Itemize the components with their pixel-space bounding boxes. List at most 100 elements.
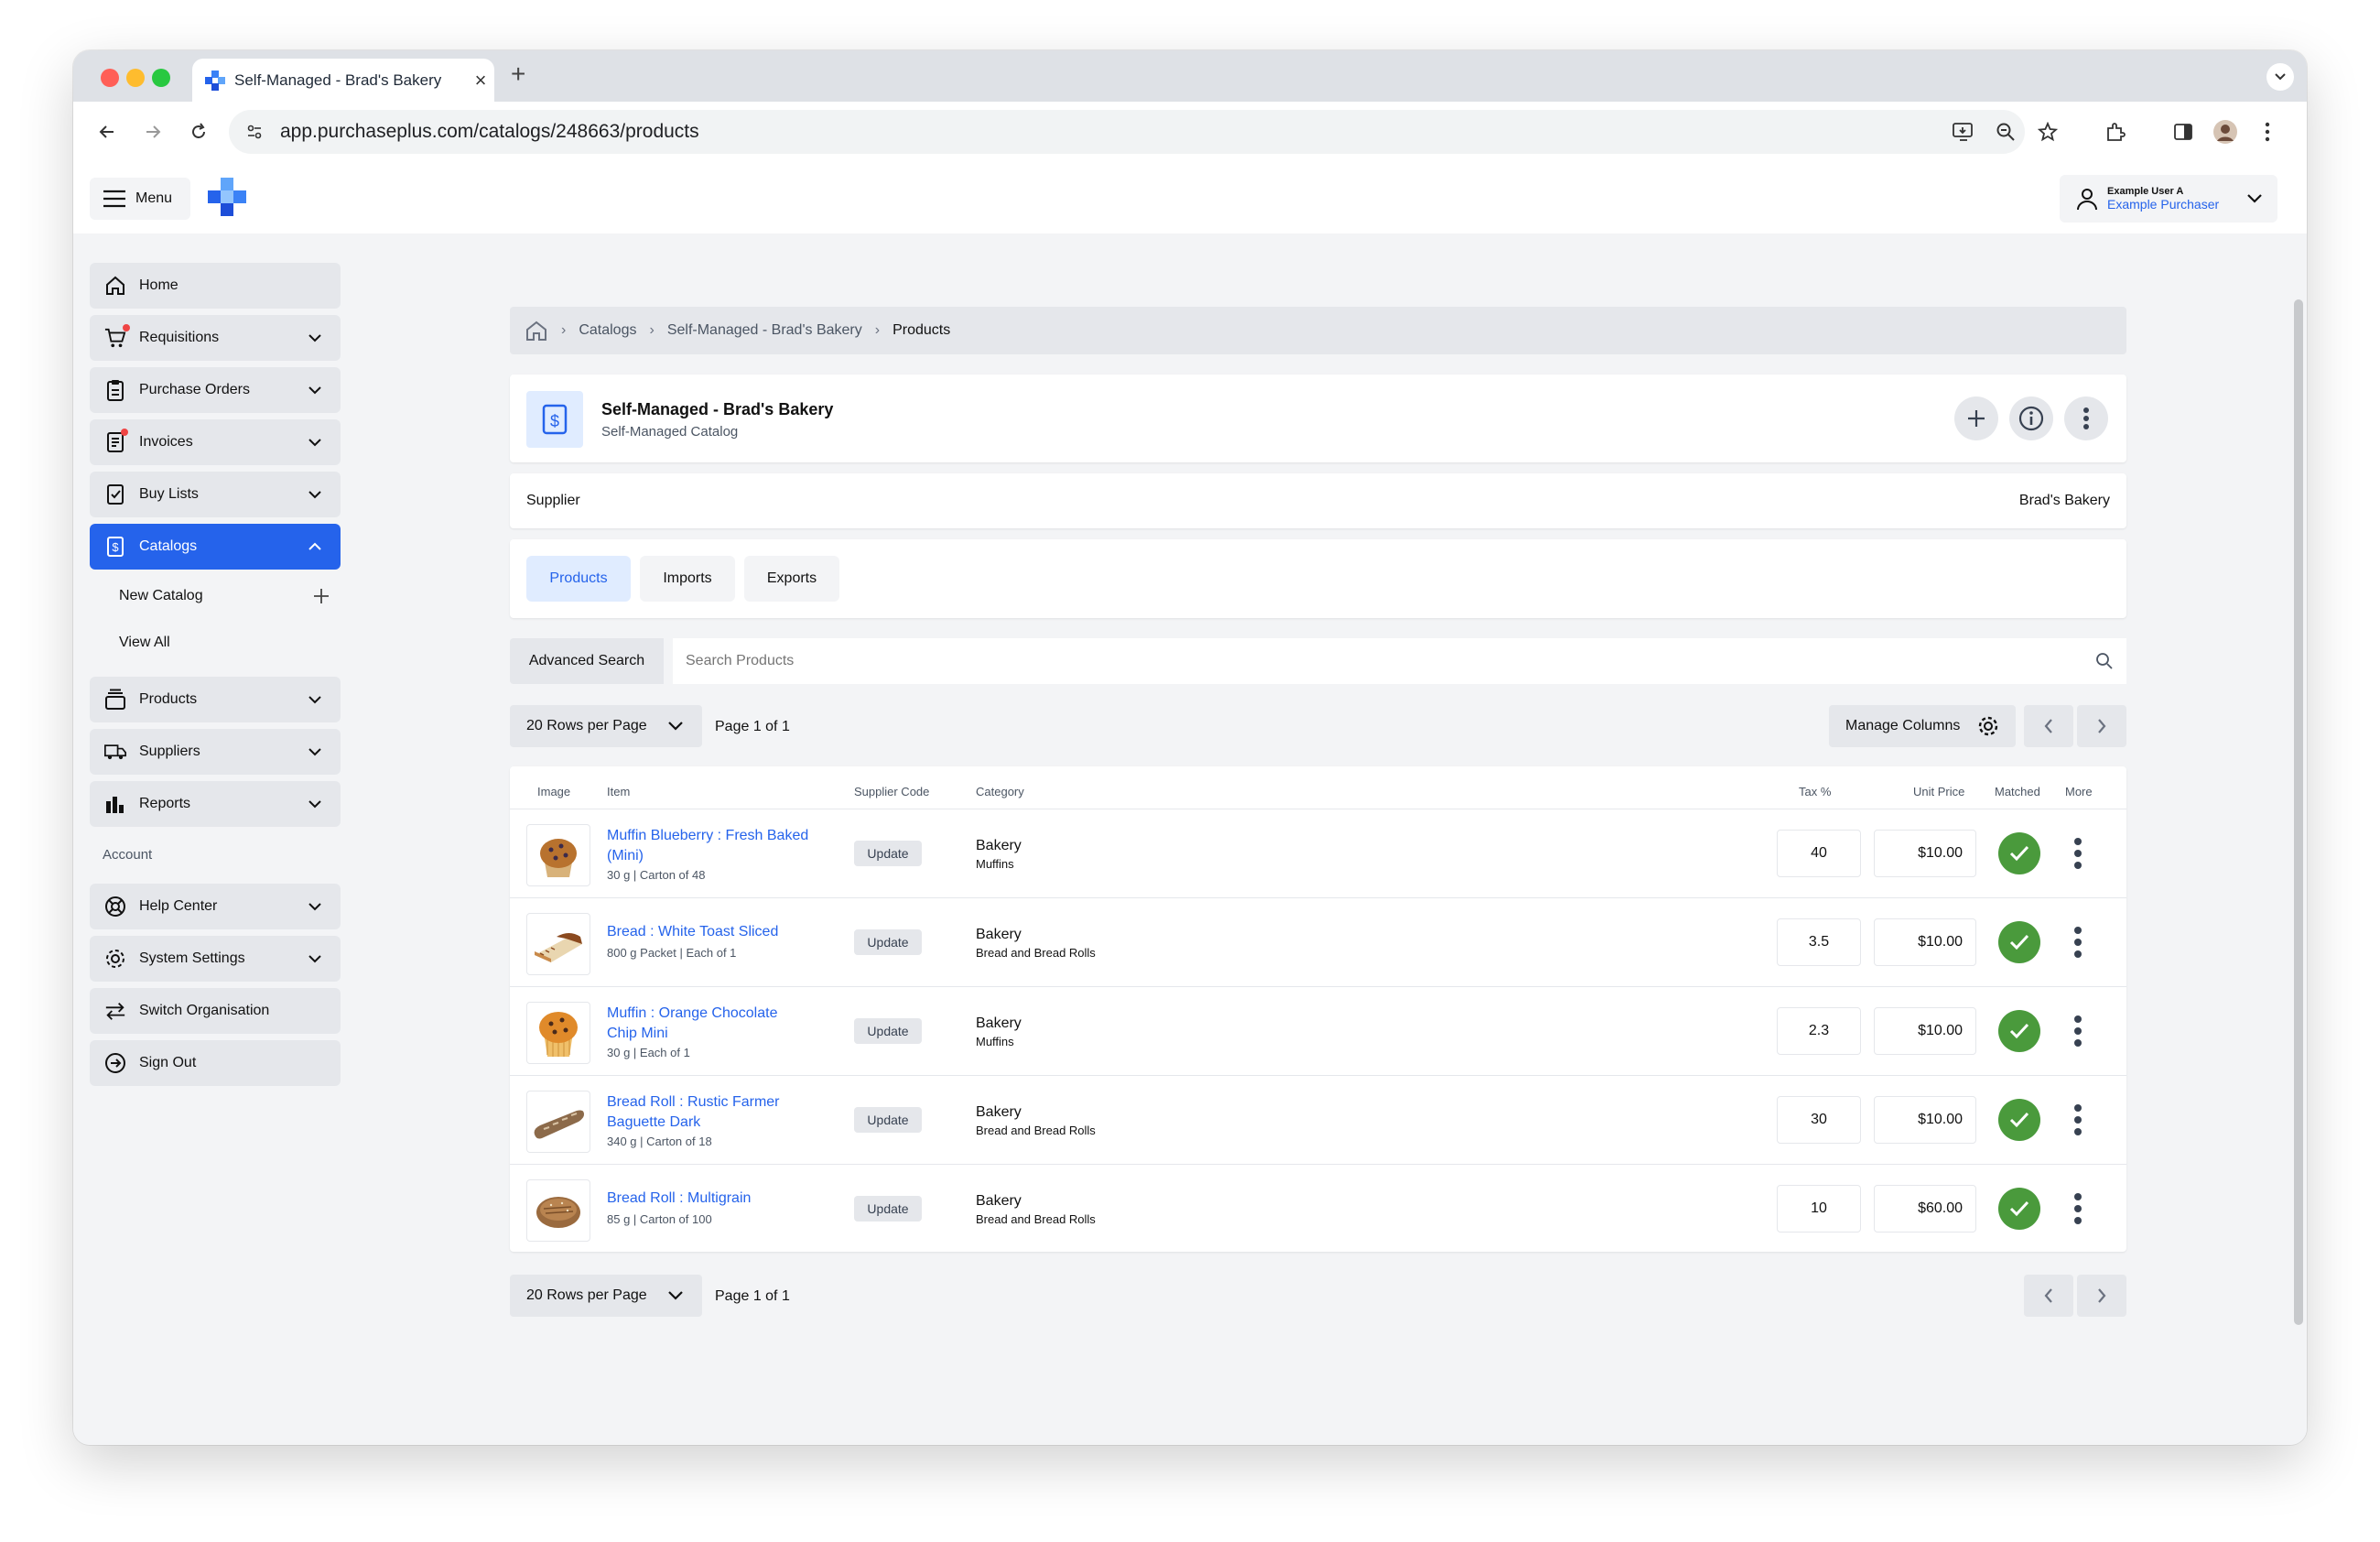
- maximize-window-button[interactable]: [152, 69, 170, 87]
- new-tab-button[interactable]: +: [511, 60, 525, 89]
- add-button[interactable]: [1954, 396, 1998, 440]
- table-row[interactable]: Bread Roll : Rustic Farmer Baguette Dark…: [510, 1075, 2126, 1164]
- product-image[interactable]: [526, 1179, 590, 1242]
- update-code-button[interactable]: Update: [854, 1018, 922, 1044]
- sidebar-subitem-new-catalog[interactable]: New Catalog: [119, 588, 330, 604]
- tax-input[interactable]: 2.3: [1777, 1007, 1861, 1055]
- matched-status[interactable]: [1998, 1188, 2040, 1230]
- table-row[interactable]: Bread Roll : Multigrain 85 g | Carton of…: [510, 1164, 2126, 1253]
- unit-price-input[interactable]: $10.00: [1874, 830, 1976, 877]
- row-more-button[interactable]: [2066, 1188, 2090, 1230]
- search-icon[interactable]: [2095, 652, 2114, 670]
- matched-status[interactable]: [1998, 832, 2040, 874]
- row-more-button[interactable]: [2066, 1010, 2090, 1052]
- tab-imports[interactable]: Imports: [640, 556, 735, 602]
- update-code-button[interactable]: Update: [854, 1107, 922, 1133]
- side-panel-button[interactable]: [2169, 118, 2197, 146]
- sidebar-item-catalogs[interactable]: $ Catalogs: [90, 524, 341, 570]
- product-image[interactable]: [526, 913, 590, 975]
- matched-status[interactable]: [1998, 1010, 2040, 1052]
- unit-price-input[interactable]: $10.00: [1874, 918, 1976, 966]
- minimize-window-button[interactable]: [126, 69, 145, 87]
- item-name-link[interactable]: Muffin : Orange Chocolate Chip Mini: [607, 1004, 836, 1044]
- menu-button[interactable]: Menu: [90, 178, 190, 220]
- tab-search-button[interactable]: [2266, 63, 2294, 91]
- forward-button[interactable]: [139, 118, 167, 146]
- manage-columns-button[interactable]: Manage Columns: [1829, 705, 2016, 747]
- back-button[interactable]: [93, 118, 121, 146]
- more-options-button[interactable]: [2064, 396, 2108, 440]
- profile-avatar[interactable]: [2212, 118, 2239, 146]
- zoom-button[interactable]: [1992, 118, 2019, 146]
- item-name-link[interactable]: Bread : White Toast Sliced: [607, 922, 836, 942]
- tax-input[interactable]: 30: [1777, 1096, 1861, 1144]
- rows-per-page-select[interactable]: 20 Rows per Page: [510, 705, 702, 747]
- tax-input[interactable]: 3.5: [1777, 918, 1861, 966]
- breadcrumb-catalogs[interactable]: Catalogs: [579, 322, 636, 339]
- previous-page-button[interactable]: [2024, 1275, 2073, 1317]
- browser-menu-button[interactable]: [2254, 118, 2281, 146]
- breadcrumb-catalog[interactable]: Self-Managed - Brad's Bakery: [667, 322, 862, 339]
- matched-status[interactable]: [1998, 921, 2040, 963]
- row-more-button[interactable]: [2066, 1099, 2090, 1141]
- product-image[interactable]: [526, 1002, 590, 1064]
- purchaseplus-logo[interactable]: [207, 177, 247, 217]
- sidebar-item-system-settings[interactable]: System Settings: [90, 936, 341, 982]
- sidebar-item-reports[interactable]: Reports: [90, 781, 341, 827]
- next-page-button[interactable]: [2077, 1275, 2126, 1317]
- home-icon[interactable]: [525, 320, 548, 342]
- unit-price-input[interactable]: $10.00: [1874, 1007, 1976, 1055]
- page-scrollbar[interactable]: [2294, 299, 2303, 1325]
- item-name-line2: Baguette Dark: [607, 1114, 701, 1130]
- row-more-button[interactable]: [2066, 832, 2090, 874]
- table-row[interactable]: Muffin Blueberry : Fresh Baked (Mini) 30…: [510, 809, 2126, 897]
- tab-exports[interactable]: Exports: [744, 556, 839, 602]
- update-code-button[interactable]: Update: [854, 841, 922, 866]
- matched-status[interactable]: [1998, 1099, 2040, 1141]
- sidebar-item-sign-out[interactable]: Sign Out: [90, 1040, 341, 1086]
- product-image[interactable]: [526, 824, 590, 886]
- close-window-button[interactable]: [101, 69, 119, 87]
- sidebar-item-suppliers[interactable]: Suppliers: [90, 729, 341, 775]
- browser-tab[interactable]: Self-Managed - Brad's Bakery ×: [192, 59, 494, 102]
- rows-per-page-select[interactable]: 20 Rows per Page: [510, 1275, 702, 1317]
- row-more-button[interactable]: [2066, 921, 2090, 963]
- arrow-left-icon: [99, 125, 114, 138]
- sidebar-item-buy-lists[interactable]: Buy Lists: [90, 472, 341, 517]
- next-page-button[interactable]: [2077, 705, 2126, 747]
- search-products-input[interactable]: [673, 638, 2126, 684]
- reload-button[interactable]: [185, 118, 212, 146]
- sidebar-item-requisitions[interactable]: Requisitions: [90, 315, 341, 361]
- unit-price-input[interactable]: $60.00: [1874, 1185, 1976, 1233]
- install-app-button[interactable]: [1950, 118, 1977, 146]
- close-tab-icon[interactable]: ×: [467, 69, 494, 92]
- update-code-button[interactable]: Update: [854, 1196, 922, 1222]
- item-name-link[interactable]: Bread Roll : Multigrain: [607, 1189, 836, 1209]
- table-row[interactable]: Muffin : Orange Chocolate Chip Mini 30 g…: [510, 986, 2126, 1075]
- user-menu-button[interactable]: Example User A Example Purchaser: [2060, 175, 2277, 223]
- tab-products[interactable]: Products: [526, 556, 631, 602]
- sidebar-item-switch-organisation[interactable]: Switch Organisation: [90, 988, 341, 1034]
- unit-price-input[interactable]: $10.00: [1874, 1096, 1976, 1144]
- update-code-button[interactable]: Update: [854, 929, 922, 955]
- extensions-button[interactable]: [2102, 118, 2129, 146]
- supplier-value[interactable]: Brad's Bakery: [2019, 493, 2110, 509]
- sidebar-item-help-center[interactable]: Help Center: [90, 884, 341, 929]
- address-bar[interactable]: app.purchaseplus.com/catalogs/248663/pro…: [229, 110, 2025, 154]
- advanced-search-button[interactable]: Advanced Search: [510, 638, 664, 684]
- bookmark-button[interactable]: [2034, 118, 2061, 146]
- tax-input[interactable]: 40: [1777, 830, 1861, 877]
- product-image[interactable]: [526, 1091, 590, 1153]
- site-settings-icon[interactable]: [245, 123, 264, 141]
- sidebar-item-home[interactable]: Home: [90, 263, 341, 309]
- previous-page-button[interactable]: [2024, 705, 2073, 747]
- item-name-link[interactable]: Bread Roll : Rustic Farmer Baguette Dark: [607, 1092, 836, 1133]
- table-row[interactable]: Bread : White Toast Sliced 800 g Packet …: [510, 897, 2126, 986]
- tax-input[interactable]: 10: [1777, 1185, 1861, 1233]
- item-name-link[interactable]: Muffin Blueberry : Fresh Baked (Mini): [607, 826, 836, 866]
- sidebar-item-purchase-orders[interactable]: Purchase Orders: [90, 367, 341, 413]
- sidebar-subitem-view-all[interactable]: View All: [119, 635, 170, 651]
- sidebar-item-invoices[interactable]: Invoices: [90, 419, 341, 465]
- sidebar-item-products[interactable]: Products: [90, 677, 341, 722]
- info-button[interactable]: [2009, 396, 2053, 440]
